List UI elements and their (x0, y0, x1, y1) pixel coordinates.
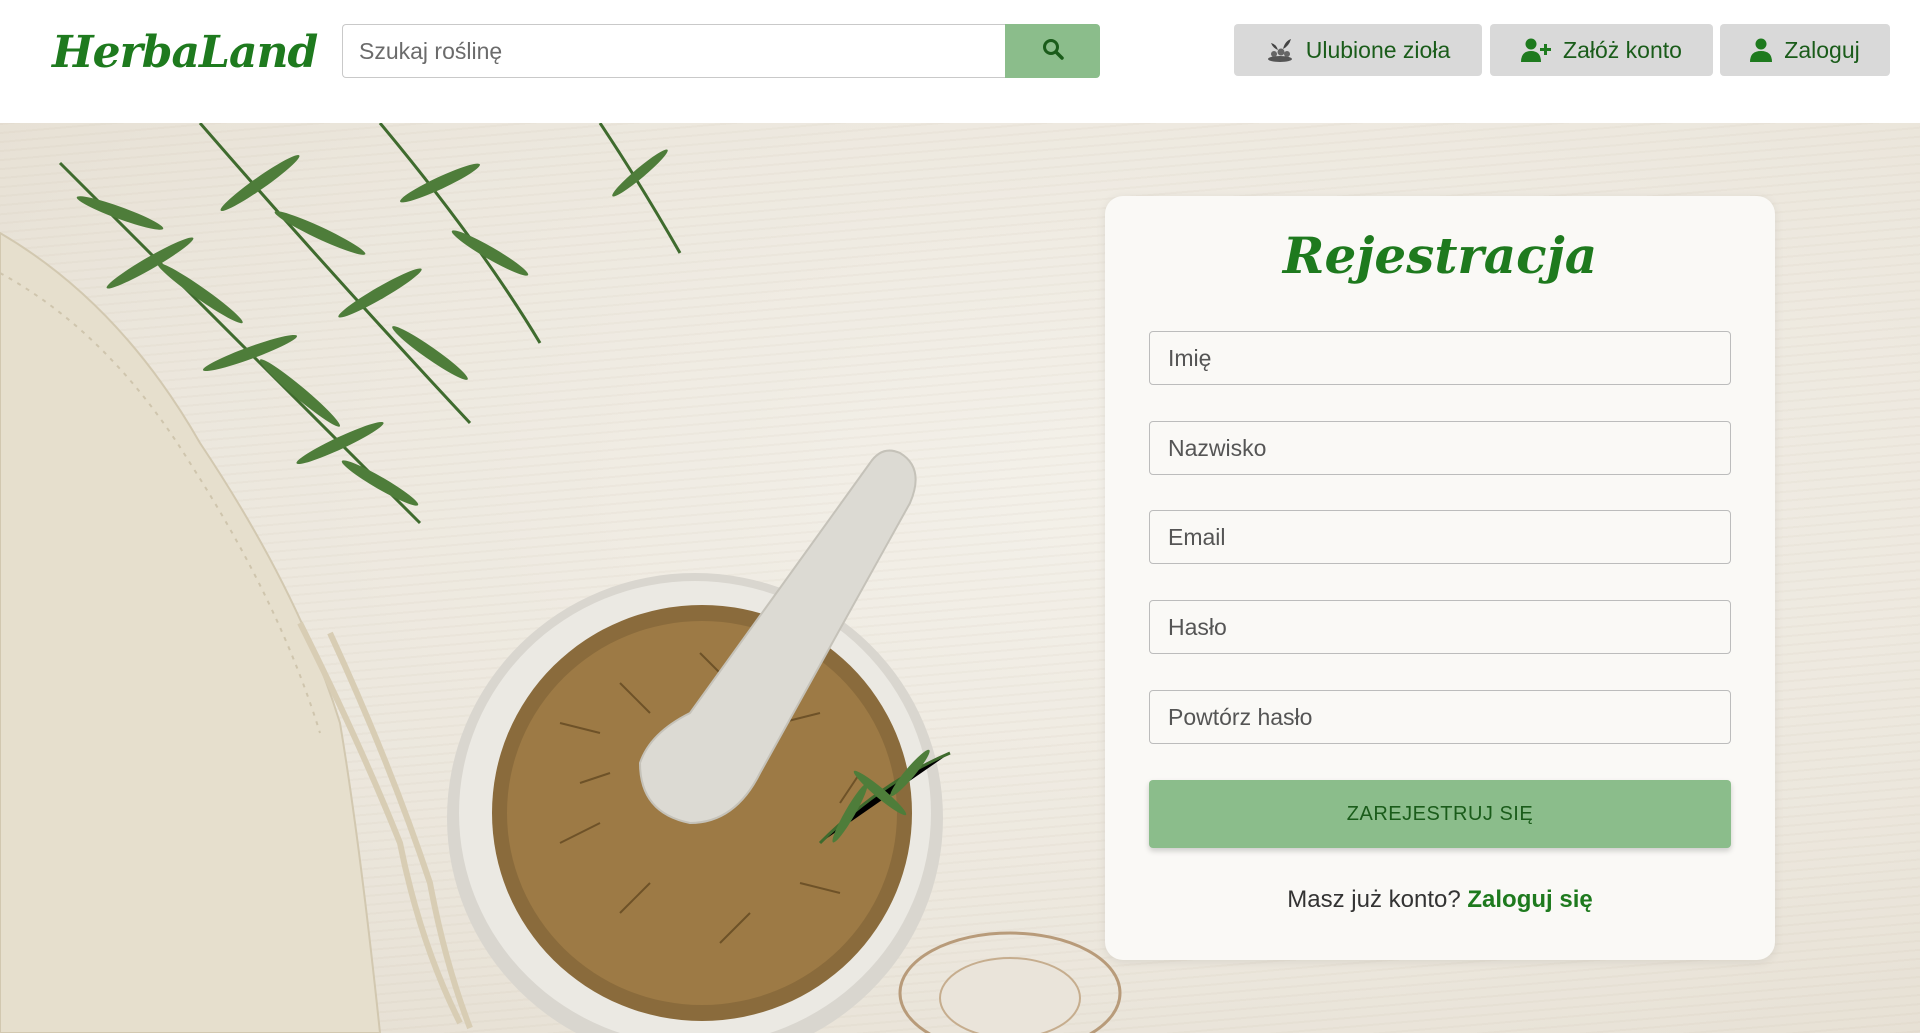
user-icon (1750, 38, 1773, 62)
search-input[interactable] (342, 24, 1005, 78)
site-logo[interactable]: HerbaLand (52, 18, 318, 88)
email-field[interactable] (1149, 510, 1731, 564)
search-icon (1041, 37, 1065, 66)
favorites-label: Ulubione zioła (1305, 36, 1451, 63)
form-title: Rejestracja (1282, 226, 1598, 285)
register-button[interactable]: Załóż konto (1490, 24, 1713, 76)
repeat-password-field[interactable] (1149, 690, 1731, 744)
user-plus-icon (1521, 38, 1552, 62)
last-name-field[interactable] (1149, 421, 1731, 475)
search-bar (342, 24, 1100, 78)
register-label: Załóż konto (1563, 36, 1682, 63)
password-field[interactable] (1149, 600, 1731, 654)
login-button[interactable]: Zaloguj (1720, 24, 1890, 76)
login-prompt-text: Masz już konto? (1287, 886, 1461, 913)
login-prompt: Masz już konto? Zaloguj się (1105, 886, 1775, 914)
herbs-mortar-image (0, 123, 951, 1033)
top-header: HerbaLand Ulubione zioła (0, 0, 1920, 123)
favorites-button[interactable]: Ulubione zioła (1234, 24, 1482, 76)
login-link[interactable]: Zaloguj się (1467, 886, 1592, 913)
register-submit-button[interactable]: ZAREJESTRUJ SIĘ (1149, 780, 1731, 848)
wood-knot-decoration (898, 931, 1122, 1033)
first-name-field[interactable] (1149, 331, 1731, 385)
search-button[interactable] (1005, 24, 1100, 78)
login-label: Zaloguj (1784, 36, 1860, 63)
herb-plant-icon (1266, 37, 1294, 63)
registration-card: Rejestracja ZAREJESTRUJ SIĘ Masz już kon… (1105, 196, 1775, 960)
